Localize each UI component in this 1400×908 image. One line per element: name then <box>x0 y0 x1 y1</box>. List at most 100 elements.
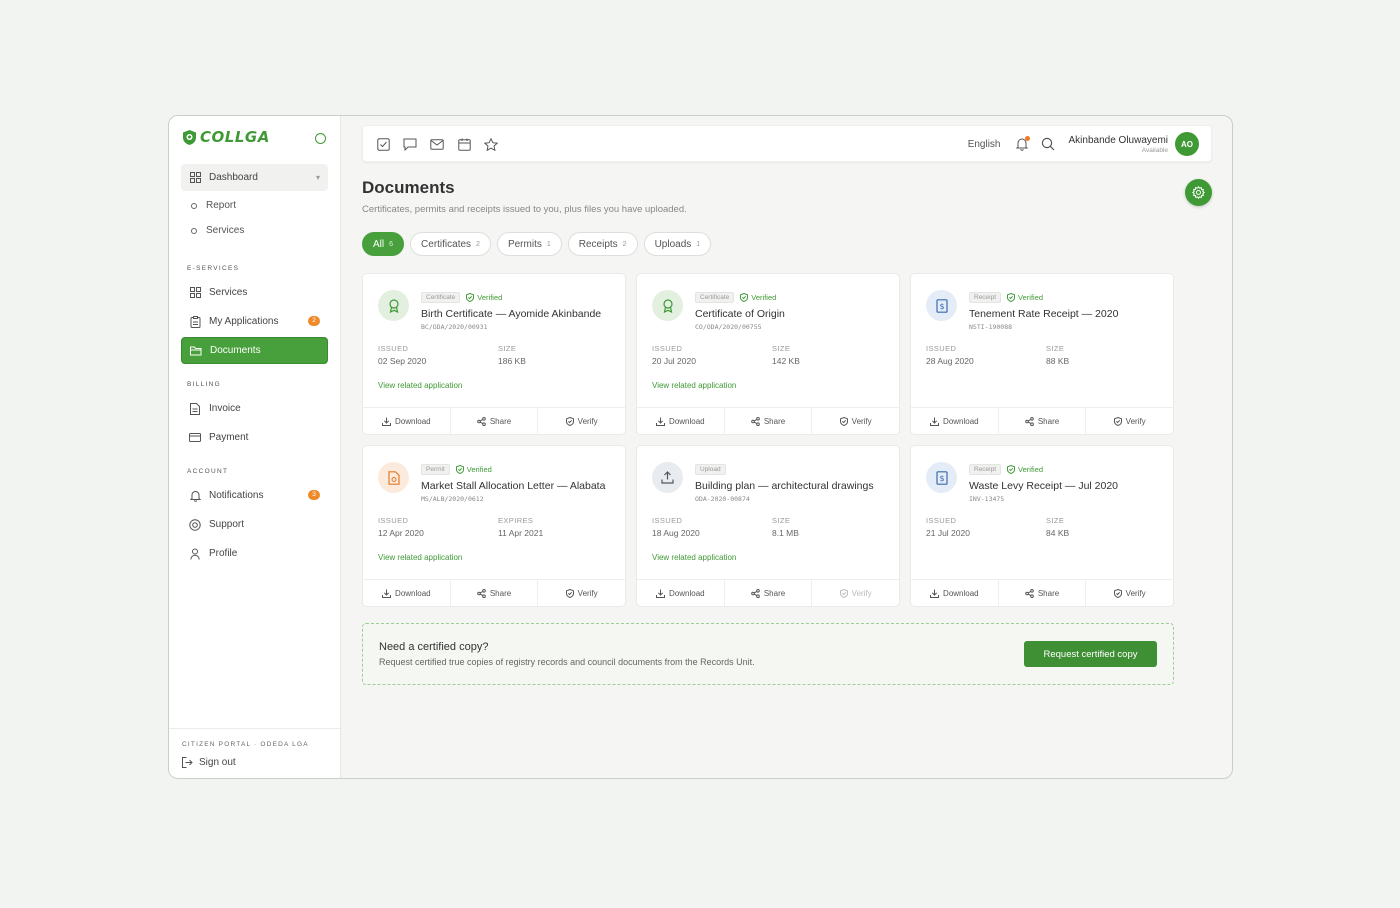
star-icon[interactable] <box>484 137 498 151</box>
checkbox-icon[interactable] <box>376 137 390 151</box>
meta-value: 21 Jul 2020 <box>926 528 970 538</box>
sidebar-item-dashboard[interactable]: Dashboard ▾ <box>181 164 328 191</box>
filter-chip-receipts[interactable]: Receipts 2 <box>567 232 638 256</box>
download-button[interactable]: Download <box>911 408 999 434</box>
sidebar-footer: CITIZEN PORTAL · ODEDA LGA Sign out <box>169 728 340 778</box>
card-tags: Receipt Verified <box>969 292 1043 303</box>
sidebar-item-invoice[interactable]: Invoice <box>181 395 328 422</box>
verified-badge: Verified <box>455 465 492 474</box>
user-name: Akinbande Oluwayemi <box>1068 134 1169 146</box>
sidebar-item-notifications[interactable]: Notifications 3 <box>181 482 328 509</box>
download-icon <box>930 417 940 426</box>
verify-button[interactable]: Verify <box>1086 580 1173 606</box>
sidebar-item-my-applications[interactable]: My Applications 2 <box>181 308 328 335</box>
meta-value: 11 Apr 2021 <box>498 528 544 538</box>
sidebar-item-label: Dashboard <box>209 172 258 183</box>
banner-description: Request certified true copies of registr… <box>379 657 755 667</box>
sidebar-sub-services[interactable]: Services <box>191 225 244 236</box>
meta-label: SIZE <box>1046 344 1065 353</box>
life-buoy-icon <box>189 518 201 531</box>
share-button[interactable]: Share <box>451 408 539 434</box>
award-icon <box>652 290 683 321</box>
top-bar-right: English Akinbande Oluwayemi Available AO <box>968 132 1199 156</box>
document-ref: ODA-2020-00874 <box>695 495 750 503</box>
verified-badge: Verified <box>740 293 776 302</box>
download-button[interactable]: Download <box>637 580 725 606</box>
brand-logo[interactable]: COLLGA <box>182 128 270 146</box>
verify-button[interactable]: Verify <box>538 408 625 434</box>
related-application-link[interactable]: View related application <box>652 553 736 562</box>
card-actions: Download Share Verify <box>911 579 1173 606</box>
share-icon <box>477 416 486 426</box>
banner-title: Need a certified copy? <box>379 641 489 653</box>
language-selector[interactable]: English <box>968 139 1001 150</box>
verify-button[interactable]: Verify <box>538 580 625 606</box>
bell-icon <box>189 490 201 502</box>
user-info[interactable]: Akinbande Oluwayemi Available <box>1069 135 1169 154</box>
share-button[interactable]: Share <box>999 408 1087 434</box>
card-actions: Download Share Verify <box>637 407 899 434</box>
sign-out-link[interactable]: Sign out <box>182 757 236 768</box>
meta-label: ISSUED <box>926 516 957 525</box>
settings-fab[interactable] <box>1185 179 1212 206</box>
meta-label: SIZE <box>498 344 517 353</box>
share-button[interactable]: Share <box>725 408 813 434</box>
upload-icon <box>652 462 683 493</box>
calendar-icon[interactable] <box>457 137 471 151</box>
related-application-link[interactable]: View related application <box>652 381 736 390</box>
chat-icon[interactable] <box>403 137 417 151</box>
page-title: Documents <box>362 178 455 197</box>
sidebar-item-services[interactable]: Services <box>181 279 328 306</box>
filter-chip-uploads[interactable]: Uploads 1 <box>643 232 712 256</box>
mail-icon[interactable] <box>430 137 444 151</box>
download-button[interactable]: Download <box>637 408 725 434</box>
download-button[interactable]: Download <box>363 408 451 434</box>
related-application-link[interactable]: View related application <box>378 553 462 562</box>
share-button[interactable]: Share <box>999 580 1087 606</box>
award-icon <box>378 290 409 321</box>
sidebar-sub-report[interactable]: Report <box>191 200 236 211</box>
card-actions: Download Share Verify <box>637 579 899 606</box>
meta-label: ISSUED <box>378 344 409 353</box>
sidebar-item-documents[interactable]: Documents <box>181 337 328 364</box>
document-title: Certificate of Origin <box>695 308 785 320</box>
meta-value: 20 Jul 2020 <box>652 356 696 366</box>
sidebar-item-profile[interactable]: Profile <box>181 540 328 567</box>
notification-bell-icon[interactable] <box>1015 136 1030 151</box>
card-tags: Certificate Verified <box>695 292 776 303</box>
download-button[interactable]: Download <box>363 580 451 606</box>
sidebar-item-payment[interactable]: Payment <box>181 424 328 451</box>
svg-text:$: $ <box>939 302 944 311</box>
share-button[interactable]: Share <box>451 580 539 606</box>
filter-chip-permits[interactable]: Permits 1 <box>496 232 562 256</box>
document-card: Upload Building plan — architectural dra… <box>636 445 900 607</box>
filter-chip-certificates[interactable]: Certificates 2 <box>410 232 491 256</box>
svg-text:$: $ <box>939 474 944 483</box>
document-title: Waste Levy Receipt — Jul 2020 <box>969 480 1119 492</box>
shield-check-icon <box>565 588 574 598</box>
shield-check-icon <box>1113 588 1122 598</box>
verify-button[interactable]: Verify <box>812 408 899 434</box>
meta-value: 84 KB <box>1046 528 1070 538</box>
verify-button[interactable]: Verify <box>1086 408 1173 434</box>
meta-value: 142 KB <box>772 356 800 366</box>
related-application-link[interactable]: View related application <box>378 381 462 390</box>
section-label-account: ACCOUNT <box>187 468 229 475</box>
share-button[interactable]: Share <box>725 580 813 606</box>
share-icon <box>751 416 760 426</box>
download-button[interactable]: Download <box>911 580 999 606</box>
collapse-toggle-icon[interactable] <box>315 133 326 144</box>
document-title: Birth Certificate — Ayomide Akinbande <box>421 308 602 320</box>
filter-chip-all[interactable]: All 6 <box>362 232 405 256</box>
avatar[interactable]: AO <box>1175 132 1199 156</box>
verified-badge: Verified <box>1007 465 1043 474</box>
card-tags: Permit Verified <box>421 464 492 475</box>
certified-copy-banner: Need a certified copy? Request certified… <box>362 623 1174 685</box>
request-certified-copy-button[interactable]: Request certified copy <box>1024 641 1157 667</box>
meta-value: 186 KB <box>498 356 526 366</box>
type-tag: Certificate <box>421 292 461 303</box>
document-ref: BC/ODA/2020/00931 <box>421 323 488 331</box>
sidebar-item-support[interactable]: Support <box>181 511 328 538</box>
meta-value: 88 KB <box>1046 356 1070 366</box>
search-icon[interactable] <box>1041 137 1055 151</box>
